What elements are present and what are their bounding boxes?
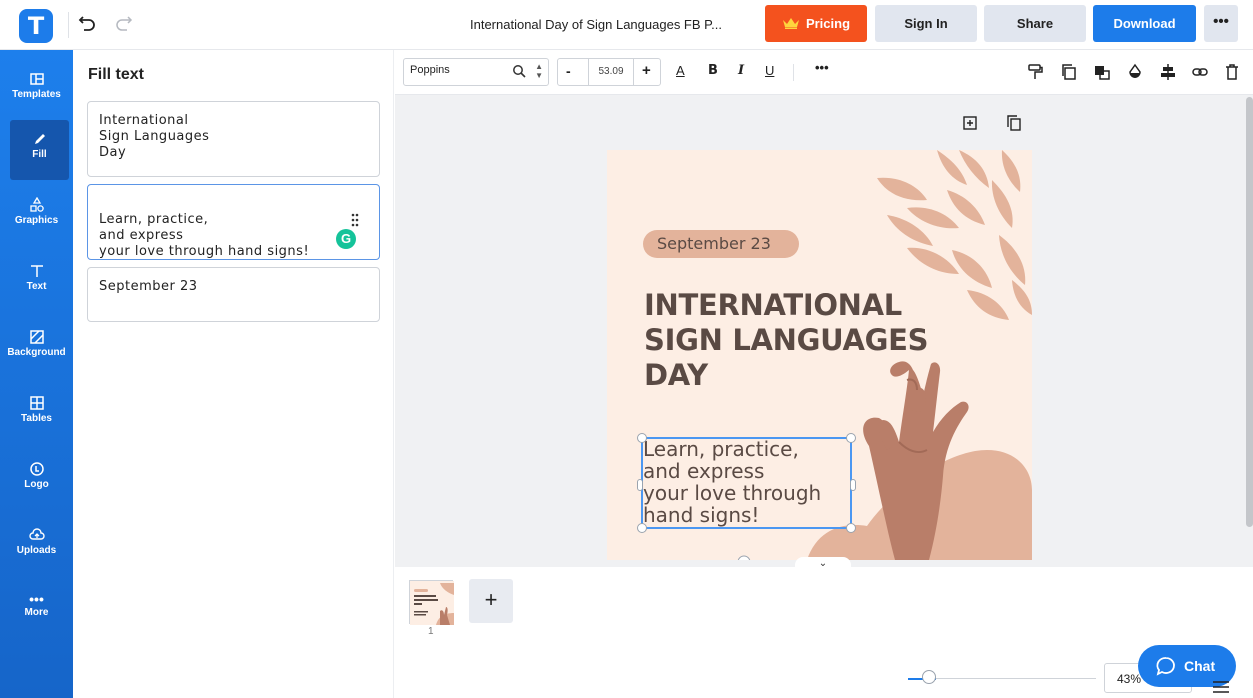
rail-item-more[interactable]: ••• More bbox=[0, 582, 73, 642]
more-options-button[interactable]: ••• bbox=[1204, 5, 1238, 42]
chat-label: Chat bbox=[1184, 658, 1216, 674]
rail-label: Graphics bbox=[14, 215, 59, 226]
pencil-icon bbox=[34, 134, 45, 144]
pricing-button[interactable]: Pricing bbox=[765, 5, 867, 42]
paint-roller-icon[interactable] bbox=[1026, 63, 1044, 81]
crown-icon bbox=[782, 18, 799, 29]
document-title[interactable]: International Day of Sign Languages FB P… bbox=[470, 17, 722, 32]
rail-item-templates[interactable]: Templates bbox=[0, 60, 73, 120]
rail-item-fill[interactable]: Fill bbox=[10, 120, 69, 180]
rail-label: Uploads bbox=[16, 545, 57, 556]
zoom-slider-track[interactable] bbox=[936, 678, 1096, 679]
rail-item-graphics[interactable]: Graphics bbox=[0, 186, 73, 246]
thumbnail-preview bbox=[410, 581, 454, 625]
resize-handle[interactable] bbox=[637, 479, 643, 491]
italic-button[interactable]: I bbox=[738, 63, 744, 78]
rail-label: Background bbox=[7, 347, 66, 358]
design-headline[interactable]: INTERNATIONAL SIGN LANGUAGES DAY bbox=[644, 288, 944, 393]
trash-icon[interactable] bbox=[1223, 63, 1241, 81]
font-size-stepper[interactable]: - 53.09 + bbox=[557, 58, 661, 86]
rail-item-background[interactable]: Background bbox=[0, 318, 73, 378]
pages-bar: 1 + 43% Chat bbox=[395, 567, 1253, 698]
logo-icon bbox=[29, 462, 44, 476]
search-icon bbox=[513, 65, 526, 78]
spinner-icon[interactable]: ▲ ▼ bbox=[535, 62, 543, 80]
resize-handle[interactable] bbox=[846, 433, 856, 443]
font-family-value: Poppins bbox=[410, 64, 450, 76]
page-thumbnail[interactable] bbox=[409, 580, 454, 625]
rail-item-tables[interactable]: Tables bbox=[0, 384, 73, 444]
more-dots-icon: ••• bbox=[29, 591, 44, 607]
left-rail: Templates Fill Graphics Text Background … bbox=[0, 50, 73, 698]
menu-icon[interactable] bbox=[1213, 681, 1229, 693]
panel-title: Fill text bbox=[88, 66, 145, 83]
divider bbox=[793, 64, 794, 81]
resize-handle[interactable] bbox=[850, 479, 856, 491]
layers-icon[interactable] bbox=[1093, 63, 1111, 81]
resize-handle[interactable] bbox=[637, 523, 647, 533]
font-size-input[interactable]: 53.09 bbox=[588, 59, 634, 85]
chevron-down-icon: ⌄ bbox=[818, 558, 828, 567]
underline-button[interactable]: U bbox=[765, 63, 774, 78]
background-icon bbox=[29, 330, 44, 344]
fill-text-field[interactable]: International Sign Languages Day bbox=[87, 101, 380, 177]
link-icon[interactable] bbox=[1191, 63, 1209, 81]
rail-label: Text bbox=[26, 281, 47, 292]
resize-handle[interactable] bbox=[846, 523, 856, 533]
fill-text-panel: Fill text International Sign Languages D… bbox=[73, 50, 394, 698]
page-number: 1 bbox=[428, 626, 434, 637]
rail-label: Templates bbox=[12, 89, 61, 100]
expand-pages-button[interactable]: ⌄ bbox=[795, 557, 851, 567]
chat-bubble-icon bbox=[1156, 657, 1175, 676]
bold-button[interactable]: B bbox=[708, 63, 718, 78]
fill-text-field[interactable]: September 23 bbox=[87, 267, 380, 322]
vertical-scrollbar[interactable] bbox=[1246, 97, 1253, 527]
decrease-size-button[interactable]: - bbox=[566, 63, 571, 79]
templates-icon bbox=[29, 73, 44, 85]
top-bar: T International Day of Sign Languages FB… bbox=[0, 0, 1253, 50]
download-button[interactable]: Download bbox=[1093, 5, 1196, 42]
divider bbox=[68, 12, 69, 38]
rail-item-text[interactable]: Text bbox=[0, 252, 73, 312]
pricing-label: Pricing bbox=[805, 16, 851, 31]
add-page-icon[interactable] bbox=[962, 115, 978, 131]
app-logo[interactable]: T bbox=[19, 9, 53, 43]
redo-icon[interactable] bbox=[112, 12, 134, 36]
cloud-upload-icon bbox=[28, 528, 45, 540]
shapes-icon bbox=[29, 197, 44, 212]
increase-size-button[interactable]: + bbox=[642, 62, 651, 79]
resize-handle[interactable] bbox=[637, 433, 647, 443]
text-color-button[interactable]: A bbox=[676, 63, 685, 78]
sign-in-button[interactable]: Sign In bbox=[875, 5, 977, 42]
zoom-slider-handle[interactable] bbox=[922, 670, 936, 684]
font-family-select[interactable]: Poppins ▲ ▼ bbox=[403, 58, 549, 86]
drag-handle-icon[interactable] bbox=[350, 212, 360, 228]
duplicate-icon[interactable] bbox=[1060, 63, 1078, 81]
selection-box[interactable] bbox=[637, 433, 856, 533]
rail-label: More bbox=[24, 607, 49, 618]
undo-icon[interactable] bbox=[77, 12, 99, 36]
design-page[interactable]: September 23 INTERNATIONAL SIGN LANGUAGE… bbox=[607, 150, 1032, 560]
fill-text-field[interactable]: Learn, practice, and express your love t… bbox=[87, 184, 380, 260]
add-page-button[interactable]: + bbox=[469, 579, 513, 623]
field-value: Learn, practice, and express your love t… bbox=[99, 212, 310, 259]
rail-item-logo[interactable]: Logo bbox=[0, 450, 73, 510]
format-toolbar: Poppins ▲ ▼ - 53.09 + A B I U ••• bbox=[395, 50, 1253, 95]
grammarly-icon[interactable]: G bbox=[336, 229, 356, 249]
rail-label: Fill bbox=[32, 149, 47, 160]
share-button[interactable]: Share bbox=[984, 5, 1086, 42]
more-format-button[interactable]: ••• bbox=[815, 60, 829, 75]
opacity-icon[interactable] bbox=[1126, 63, 1144, 81]
date-pill[interactable]: September 23 bbox=[643, 230, 799, 258]
align-icon[interactable] bbox=[1159, 63, 1177, 81]
text-icon bbox=[30, 265, 43, 277]
rail-label: Tables bbox=[21, 413, 52, 424]
rail-item-uploads[interactable]: Uploads bbox=[0, 516, 73, 576]
table-icon bbox=[29, 396, 44, 410]
rotate-icon[interactable] bbox=[737, 554, 751, 560]
rail-label: Logo bbox=[24, 479, 49, 490]
duplicate-page-icon[interactable] bbox=[1006, 115, 1022, 131]
canvas-area: September 23 INTERNATIONAL SIGN LANGUAGE… bbox=[395, 95, 1253, 567]
